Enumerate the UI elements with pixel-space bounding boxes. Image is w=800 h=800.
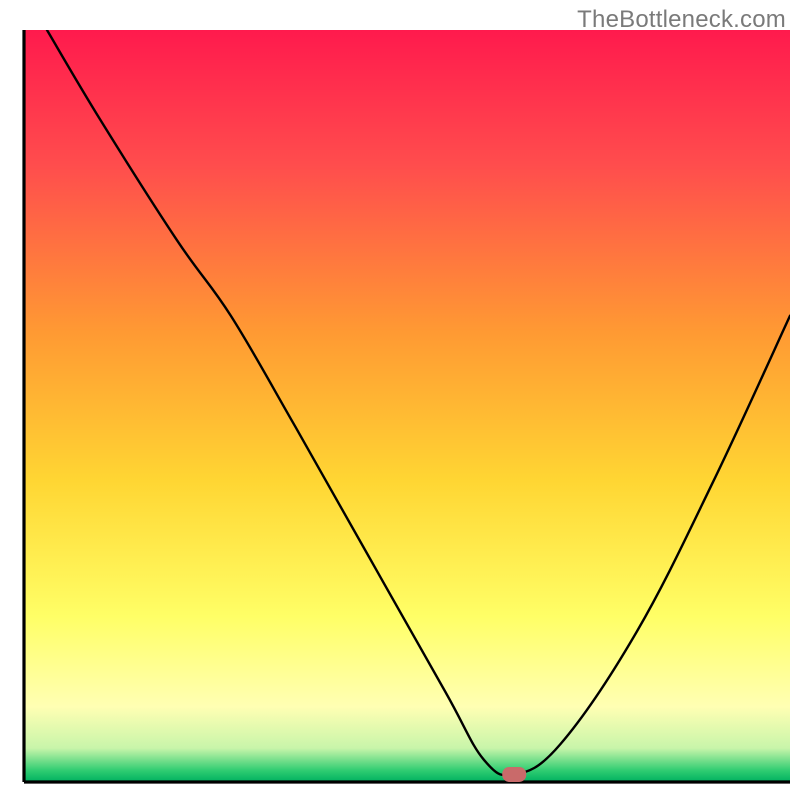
watermark-label: TheBottleneck.com <box>577 6 786 34</box>
sweet-spot-marker <box>502 767 526 782</box>
bottleneck-chart <box>0 0 800 800</box>
gradient-background <box>24 30 790 782</box>
chart-container: TheBottleneck.com <box>0 0 800 800</box>
